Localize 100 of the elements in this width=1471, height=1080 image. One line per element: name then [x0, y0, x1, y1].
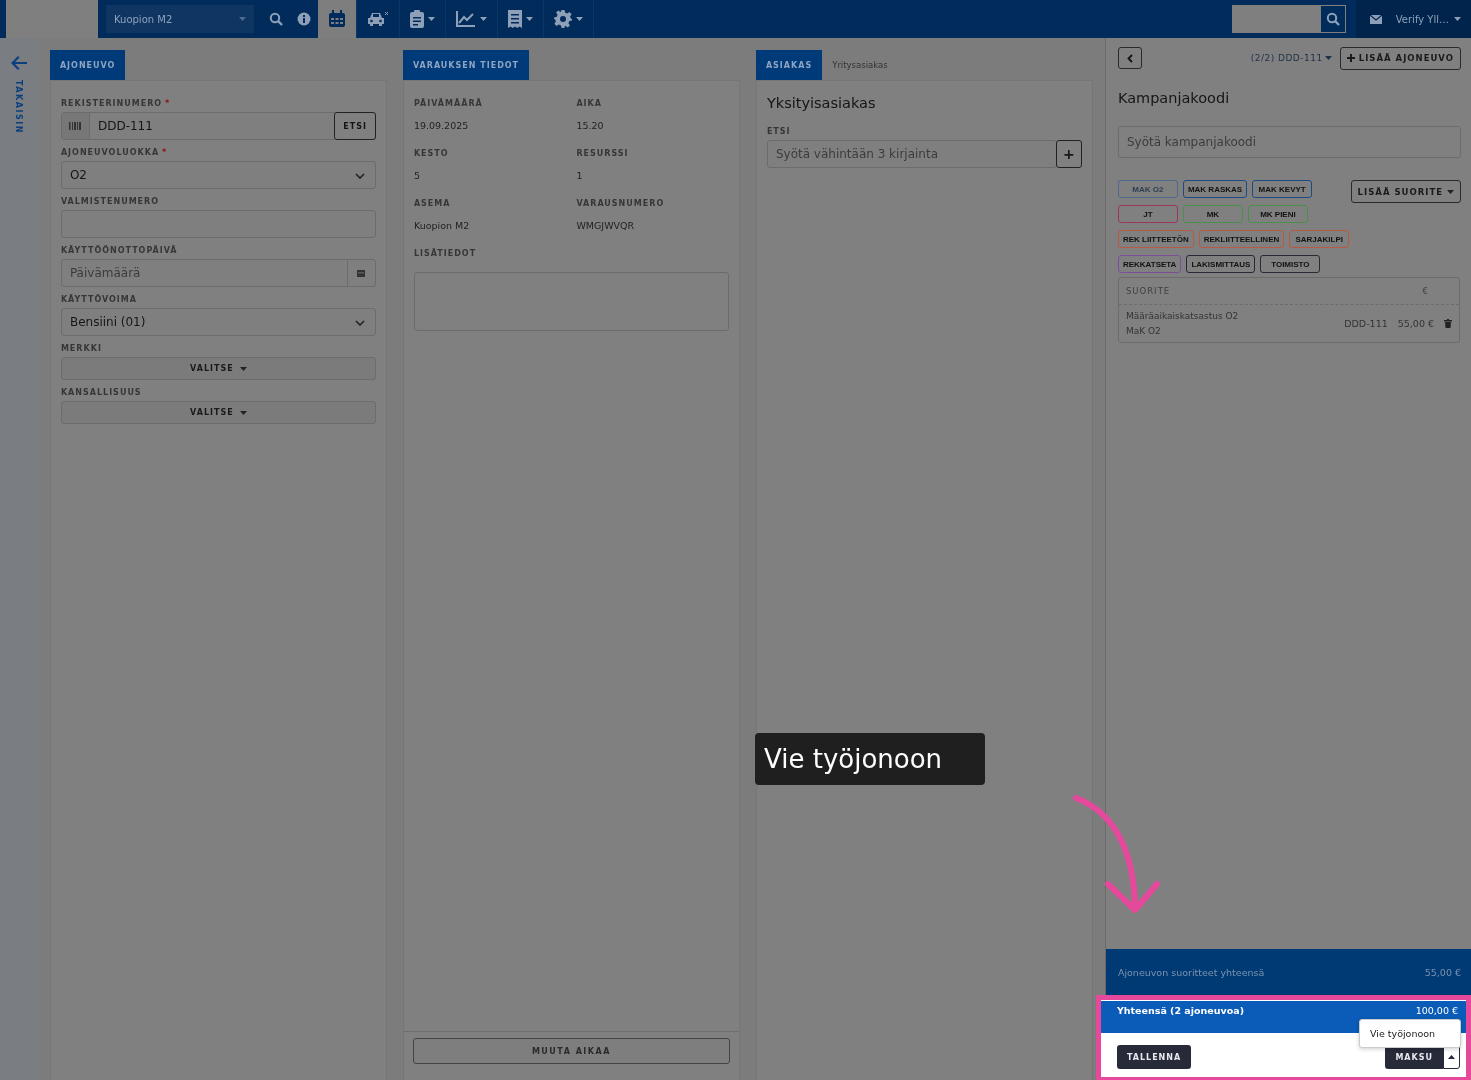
- field-label: ETSI: [766, 127, 792, 136]
- gear-icon: [554, 10, 572, 28]
- change-time-button[interactable]: MUUTA AIKAA: [412, 1038, 730, 1064]
- section-heading: Yksityisasiakas: [766, 95, 877, 111]
- car-icon: [367, 11, 389, 27]
- date-field[interactable]: Päivämäärä: [60, 259, 376, 287]
- chevron-icon: [354, 173, 365, 179]
- total-value: 55,00 €: [1424, 966, 1461, 978]
- panel-tab[interactable]: AJONEUVO: [49, 50, 126, 80]
- calendar-icon: [357, 269, 366, 277]
- total-label: Ajoneuvon suoritteet yhteensä: [1117, 966, 1265, 978]
- caret-icon: [526, 17, 533, 21]
- tutorial-tooltip: Vie työjonoon: [755, 733, 985, 785]
- nav-button[interactable]: [318, 0, 357, 38]
- total-label: Yhteensä (2 ajoneuvoa): [1116, 1005, 1244, 1016]
- service-tag[interactable]: MAK RASKAS: [1182, 180, 1248, 198]
- clipboard-icon: [410, 10, 424, 28]
- caret-icon: [480, 17, 487, 21]
- user-menu[interactable]: Verify Yll…: [1395, 13, 1461, 25]
- plate-field[interactable]: DDD-111 ETSI: [60, 112, 376, 140]
- detail-value: 1: [576, 170, 584, 181]
- plus-icon: [1346, 54, 1355, 62]
- caret-icon: [239, 366, 247, 371]
- info-icon: [297, 12, 311, 26]
- field-label: LISÄTIEDOT: [413, 249, 478, 258]
- caret-icon: [576, 17, 583, 21]
- panel-tab[interactable]: Yritysasiakas: [822, 50, 898, 80]
- service-tag[interactable]: MAK KEVYT: [1252, 180, 1313, 198]
- search-field[interactable]: Syötä vähintään 3 kirjainta: [766, 140, 1057, 168]
- plate-text: DDD-111: [1344, 318, 1388, 329]
- detail-label: VARAUSNUMERO: [576, 199, 666, 208]
- service-tag[interactable]: TOIMISTO: [1260, 255, 1321, 273]
- menu-item[interactable]: Vie työjonoon: [1370, 1028, 1460, 1039]
- field-label: KÄYTTÖVOIMA: [60, 295, 137, 304]
- chart-icon: [456, 11, 476, 27]
- field-label: AJONEUVOLUOKKA: [60, 148, 160, 157]
- detail-value: 19.09.2025: [413, 120, 470, 131]
- detail-value: 15.20: [576, 120, 605, 131]
- select-field[interactable]: O2: [60, 161, 376, 189]
- receipt-icon: [508, 10, 522, 28]
- calendar-icon: [328, 10, 346, 28]
- caret-icon: [1324, 56, 1332, 60]
- detail-label: KESTO: [413, 149, 450, 158]
- station-select[interactable]: Kuopion M2: [106, 5, 254, 33]
- detail-label: RESURSSI: [576, 149, 630, 158]
- service-tag[interactable]: MK PIENI: [1247, 205, 1308, 223]
- section-heading: Kampanjakoodi: [1117, 90, 1231, 106]
- campaign-field[interactable]: Syötä kampanjakoodi: [1117, 126, 1461, 158]
- caret-icon: [1448, 1055, 1455, 1059]
- caret-icon: [239, 17, 246, 21]
- caret-icon: [428, 17, 435, 21]
- service-tag[interactable]: LAKISMITTAUS: [1186, 255, 1256, 273]
- save-button[interactable]: TALLENNA: [1116, 1045, 1192, 1069]
- back-button[interactable]: TAKAISIN: [10, 56, 27, 134]
- panel-tab[interactable]: VARAUKSEN TIEDOT: [402, 50, 530, 80]
- service-tag[interactable]: REKLIITTEELLINEN: [1198, 230, 1285, 248]
- panel-tab[interactable]: ASIAKAS: [755, 50, 823, 80]
- search-button[interactable]: ETSI: [334, 112, 376, 140]
- search-icon: [269, 12, 283, 26]
- field-label: KANSALLISUUS: [60, 388, 142, 397]
- add-vehicle-button[interactable]: LISÄÄ AJONEUVO: [1339, 46, 1461, 70]
- total-value: 100,00 €: [1415, 1005, 1458, 1016]
- previous-button[interactable]: [1117, 47, 1142, 69]
- select-field[interactable]: Bensiini (01): [60, 308, 376, 336]
- required-mark: *: [162, 148, 168, 157]
- search-icon: [1325, 12, 1340, 26]
- detail-value: Kuopion M2: [413, 220, 471, 231]
- mail-icon: [1369, 14, 1382, 24]
- service-tag[interactable]: SARJAKILPI: [1289, 230, 1350, 248]
- service-tag[interactable]: MK: [1182, 205, 1243, 223]
- column-header: €: [1422, 286, 1429, 296]
- service-tag[interactable]: JT: [1117, 205, 1178, 223]
- service-detail: MaK O2: [1125, 326, 1162, 336]
- field-label: MERKKI: [60, 344, 102, 353]
- service-tag[interactable]: REK LIITTEETÖN: [1117, 230, 1194, 248]
- search-button[interactable]: [1319, 5, 1346, 33]
- trash-icon: [1444, 319, 1452, 328]
- detail-value: WMGJWVQR: [576, 220, 636, 231]
- caret-icon: [1454, 17, 1461, 21]
- chevron-icon: [354, 320, 365, 326]
- caret-icon: [1447, 189, 1454, 194]
- field-label: KÄYTTÖÖNOTTOPÄIVÄ: [60, 246, 178, 255]
- dropdown-button[interactable]: VALITSE: [60, 401, 376, 424]
- caret-icon: [239, 410, 247, 415]
- column-header: SUORITE: [1125, 286, 1171, 296]
- field-label: REKISTERINUMERO: [60, 99, 163, 108]
- add-button[interactable]: +: [1055, 140, 1082, 168]
- dropdown-button[interactable]: VALITSE: [60, 357, 376, 380]
- search-field[interactable]: [1231, 5, 1320, 33]
- price-text: 55,00 €: [1397, 318, 1434, 329]
- barcode-icon: [69, 122, 82, 130]
- required-mark: *: [165, 99, 171, 108]
- service-tag[interactable]: REKKATSETA: [1117, 255, 1182, 273]
- chevron-left-icon: [1126, 53, 1133, 63]
- service-name: Määräaikaiskatsastus O2: [1125, 311, 1240, 321]
- field-label: VALMISTENUMERO: [60, 197, 160, 206]
- vehicle-dropdown[interactable]: (2/2) DDD-111: [1250, 53, 1332, 63]
- add-service-button[interactable]: LISÄÄ SUORITE: [1350, 180, 1461, 203]
- detail-value: 5: [413, 170, 421, 181]
- detail-label: AIKA: [576, 99, 603, 108]
